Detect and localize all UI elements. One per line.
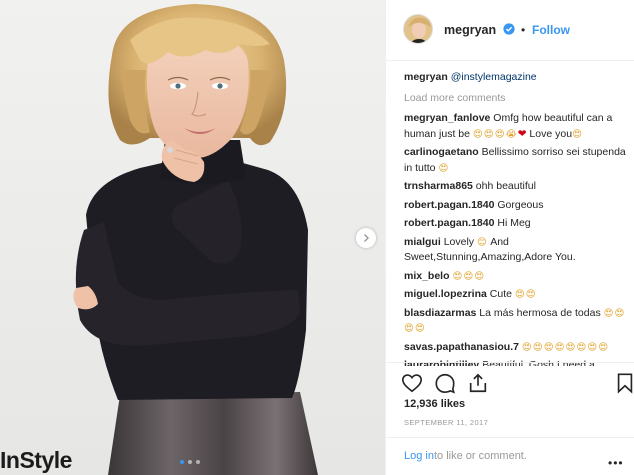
comment-bubble-icon[interactable] [434, 372, 456, 394]
comment-text-continued: Love you [526, 127, 573, 140]
chevron-right-icon [364, 234, 369, 242]
comment: miguel.lopezrina Cute 😍😍 [404, 287, 628, 303]
comment: robert.pagan.1840 Gorgeous [404, 198, 628, 214]
instyle-watermark-logo: InStyle [0, 447, 72, 473]
comment-emoji: 😍 [438, 162, 450, 174]
comment-username[interactable]: mix_belo [404, 270, 450, 282]
comment-rows: megryan_fanlove Omfg how beautiful can a… [404, 111, 628, 366]
comment: megryan_fanlove Omfg how beautiful can a… [404, 111, 628, 142]
header-username[interactable]: megryan [444, 23, 496, 37]
carousel-indicator [180, 460, 200, 464]
comment: carlinogaetano Bellissimo sorriso sei st… [404, 145, 628, 176]
comment: trnsharma865 ohh beautiful [404, 179, 628, 195]
comment-text: Gorgeous [497, 198, 544, 211]
caption: megryan @instylemagazine [404, 70, 628, 86]
comment-emoji: 😍 [572, 128, 583, 140]
caption-mention[interactable]: @instylemagazine [451, 71, 537, 83]
comment-emoji: 😊 [476, 236, 488, 248]
bookmark-icon[interactable] [614, 372, 634, 394]
share-icon[interactable] [467, 372, 489, 394]
post-sidebar: megryan • Follow megryan @instylemagazin… [385, 0, 634, 475]
comment-text: Cute [489, 288, 512, 300]
post-header: megryan • Follow [386, 0, 634, 61]
comment: robert.pagan.1840 Hi Meg [404, 216, 628, 232]
load-more-comments-button[interactable]: Load more comments [404, 91, 628, 107]
comment-username[interactable]: mialgui [404, 236, 441, 248]
caption-username[interactable]: megryan [404, 71, 448, 83]
login-link[interactable]: Log in [404, 450, 434, 462]
likes-count[interactable]: 12,936 likes [404, 398, 465, 410]
comment-username[interactable]: megryan_fanlove [404, 112, 490, 124]
avatar[interactable] [403, 14, 433, 44]
avatar-image [404, 15, 432, 43]
comment-username[interactable]: savas.papathanasiou.7 [404, 341, 519, 353]
follow-button[interactable]: Follow [532, 23, 570, 37]
comment-username[interactable]: robert.pagan.1840 [404, 217, 494, 229]
heart-emoji: ❤ [517, 127, 527, 140]
comment-text: ohh beautiful [475, 180, 536, 192]
comment-emoji: 😍😍😍😭 [472, 128, 518, 140]
next-photo-button[interactable] [356, 228, 376, 248]
comment-emoji: 😍😍😍😍😍😍😍😍 [521, 341, 610, 353]
comment-username[interactable]: robert.pagan.1840 [404, 199, 494, 211]
comment-username[interactable]: trnsharma865 [404, 180, 473, 192]
comment: blasdiazarmas La más hermosa de todas 😍😍… [404, 306, 628, 337]
comment-bar: Log in to like or comment. ••• [386, 437, 634, 475]
more-options-button[interactable]: ••• [608, 456, 624, 470]
carousel-dot [180, 460, 184, 464]
post-date: SEPTEMBER 11, 2017 [404, 418, 489, 427]
comment: savas.papathanasiou.7 😍😍😍😍😍😍😍😍 [404, 340, 628, 356]
heart-outline-icon[interactable] [401, 372, 423, 394]
carousel-dot [196, 460, 200, 464]
verified-badge-icon [503, 23, 515, 35]
comment-emoji: 😍😍😍 [452, 270, 486, 282]
comment-username[interactable]: miguel.lopezrina [404, 288, 487, 300]
portrait-illustration [73, 4, 318, 475]
comment-username[interactable]: blasdiazarmas [404, 307, 476, 319]
comment-username[interactable]: carlinogaetano [404, 146, 479, 158]
comment-text: La más hermosa de todas [479, 306, 601, 319]
action-bar [386, 362, 634, 400]
comment: mix_belo 😍😍😍 [404, 269, 628, 285]
comment-emoji: 😍😍 [514, 289, 537, 300]
comment-text: Hi Meg [497, 217, 531, 229]
svg-text:InStyle: InStyle [0, 447, 72, 473]
header-separator: • [521, 23, 526, 37]
comments-list[interactable]: megryan @instylemagazine Load more comme… [404, 70, 628, 366]
carousel-dot [188, 460, 192, 464]
comment: mialgui Lovely 😊 And Sweet,Stunning,Amaz… [404, 235, 628, 266]
login-prompt-text: to like or comment. [434, 450, 527, 462]
comment-text: Lovely [443, 235, 475, 248]
post-photo[interactable]: InStyle [0, 0, 385, 475]
